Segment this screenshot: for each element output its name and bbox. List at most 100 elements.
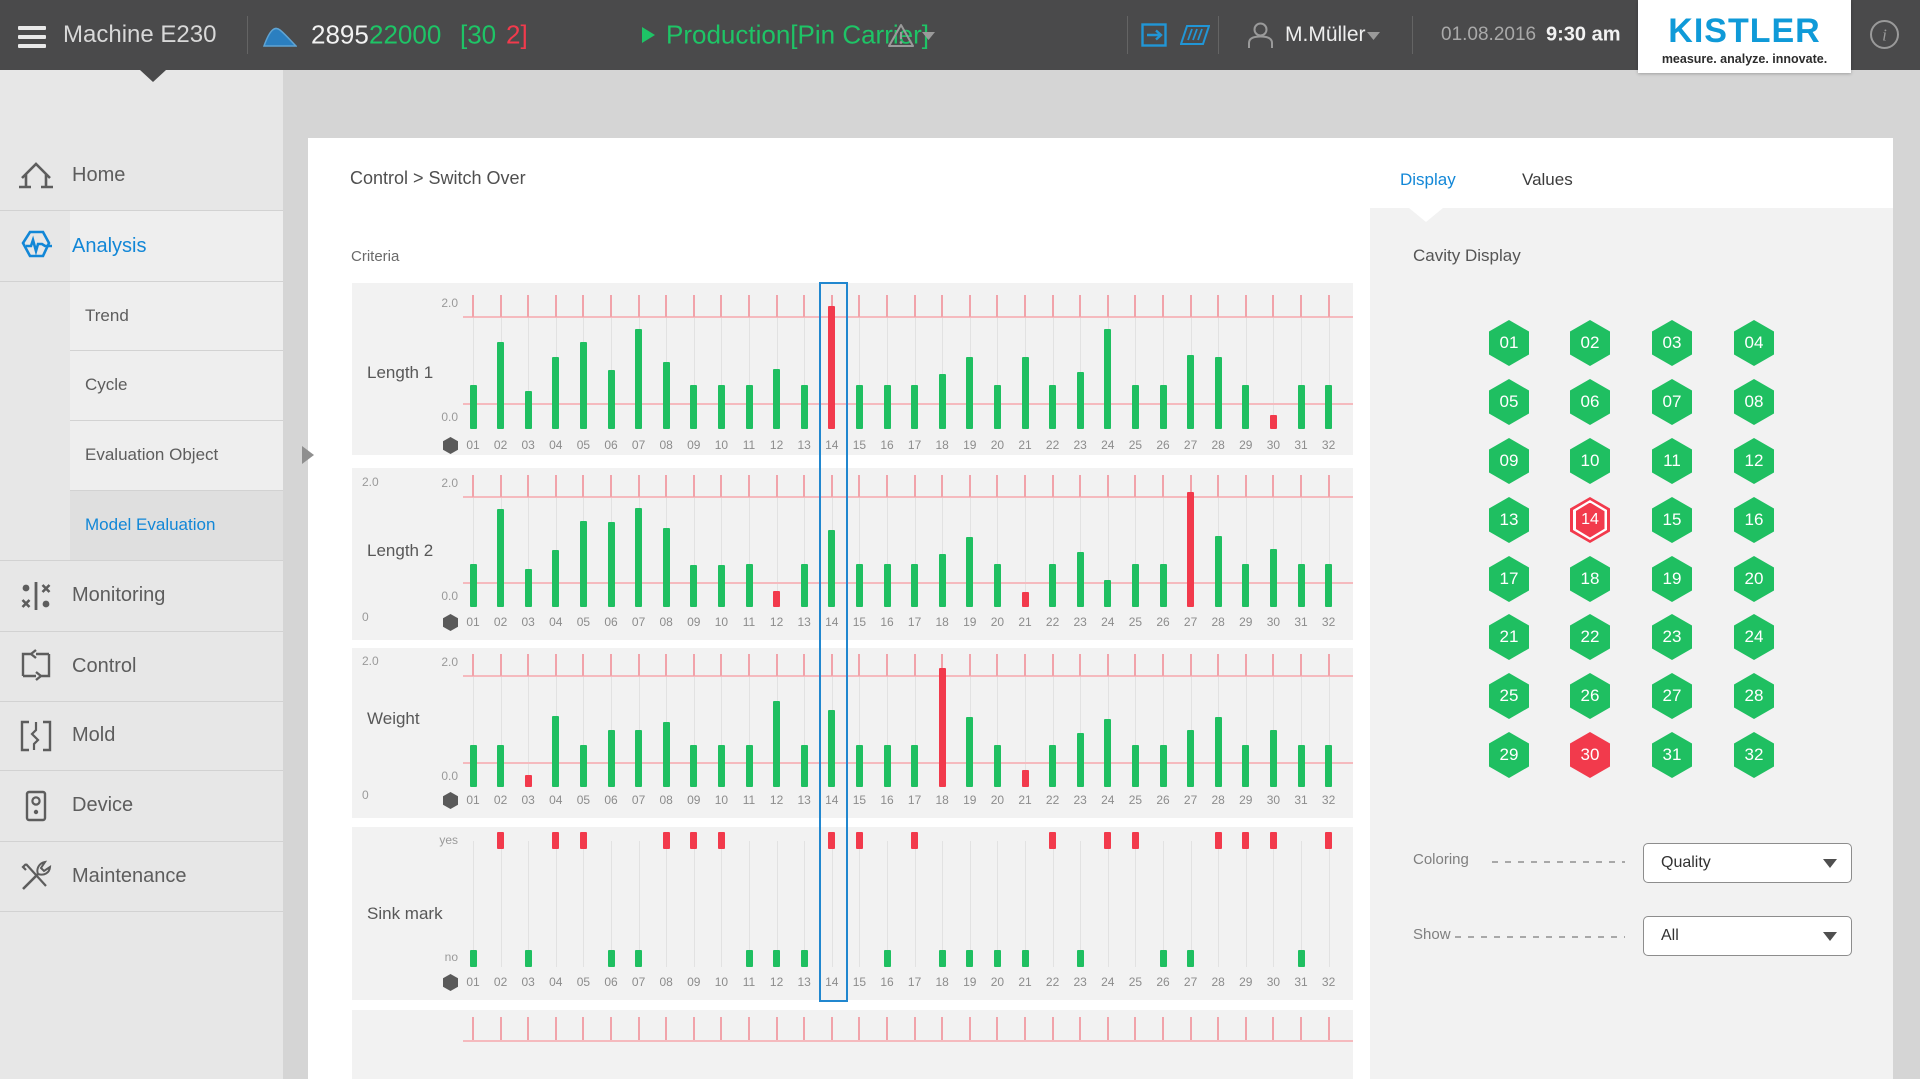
bar-cavity-20[interactable] bbox=[994, 385, 1001, 429]
sinkmark-cavity-22[interactable] bbox=[1049, 832, 1056, 849]
bar-cavity-02[interactable] bbox=[497, 509, 504, 607]
sinkmark-cavity-17[interactable] bbox=[911, 832, 918, 849]
sinkmark-cavity-20[interactable] bbox=[994, 950, 1001, 967]
bar-cavity-24[interactable] bbox=[1104, 329, 1111, 429]
bar-cavity-24[interactable] bbox=[1104, 580, 1111, 607]
sinkmark-cavity-10[interactable] bbox=[718, 832, 725, 849]
sinkmark-cavity-08[interactable] bbox=[663, 832, 670, 849]
bar-cavity-30[interactable] bbox=[1270, 730, 1277, 788]
bar-cavity-18[interactable] bbox=[939, 554, 946, 607]
bar-cavity-02[interactable] bbox=[497, 745, 504, 788]
sinkmark-cavity-30[interactable] bbox=[1270, 832, 1277, 849]
bar-cavity-05[interactable] bbox=[580, 342, 587, 429]
bar-cavity-26[interactable] bbox=[1160, 385, 1167, 429]
sidebar-item-evaluation-object[interactable]: Evaluation Object bbox=[70, 420, 283, 490]
sinkmark-cavity-11[interactable] bbox=[746, 950, 753, 967]
sinkmark-cavity-25[interactable] bbox=[1132, 832, 1139, 849]
sinkmark-cavity-06[interactable] bbox=[608, 950, 615, 967]
bar-cavity-19[interactable] bbox=[966, 537, 973, 607]
sinkmark-cavity-07[interactable] bbox=[635, 950, 642, 967]
bar-cavity-24[interactable] bbox=[1104, 719, 1111, 787]
sinkmark-cavity-24[interactable] bbox=[1104, 832, 1111, 849]
bar-cavity-22[interactable] bbox=[1049, 745, 1056, 787]
bar-cavity-16[interactable] bbox=[884, 745, 891, 788]
bar-cavity-25[interactable] bbox=[1132, 745, 1139, 787]
bar-cavity-19[interactable] bbox=[966, 717, 973, 787]
sidebar-item-device[interactable]: Device bbox=[0, 770, 283, 841]
bar-cavity-10[interactable] bbox=[718, 745, 725, 787]
sinkmark-cavity-31[interactable] bbox=[1298, 950, 1305, 967]
menu-hamburger-button[interactable] bbox=[18, 21, 46, 53]
bar-cavity-16[interactable] bbox=[884, 385, 891, 429]
sidebar-item-maintenance[interactable]: Maintenance bbox=[0, 841, 283, 911]
sinkmark-cavity-29[interactable] bbox=[1242, 832, 1249, 849]
bar-cavity-09[interactable] bbox=[690, 565, 697, 607]
sinkmark-cavity-01[interactable] bbox=[470, 950, 477, 967]
sinkmark-cavity-12[interactable] bbox=[773, 950, 780, 967]
sidebar-item-control[interactable]: Control bbox=[0, 631, 283, 701]
info-icon[interactable]: i bbox=[1869, 19, 1900, 50]
bar-cavity-01[interactable] bbox=[470, 564, 477, 607]
sinkmark-cavity-05[interactable] bbox=[580, 832, 587, 849]
bar-cavity-03[interactable] bbox=[525, 569, 532, 607]
sidebar-item-model-evaluation[interactable]: Model Evaluation bbox=[70, 490, 283, 560]
sinkmark-cavity-32[interactable] bbox=[1325, 832, 1332, 849]
bar-cavity-09[interactable] bbox=[690, 745, 697, 787]
bar-cavity-12[interactable] bbox=[773, 701, 780, 787]
bar-cavity-31[interactable] bbox=[1298, 385, 1305, 429]
bar-cavity-08[interactable] bbox=[663, 528, 670, 607]
bar-cavity-22[interactable] bbox=[1049, 385, 1056, 429]
bar-cavity-08[interactable] bbox=[663, 722, 670, 787]
sinkmark-cavity-13[interactable] bbox=[801, 950, 808, 967]
sidebar-item-monitoring[interactable]: Monitoring bbox=[0, 560, 283, 631]
sidebar-item-cycle[interactable]: Cycle bbox=[70, 350, 283, 420]
bar-cavity-28[interactable] bbox=[1215, 536, 1222, 607]
bar-cavity-13[interactable] bbox=[801, 564, 808, 607]
bar-cavity-12[interactable] bbox=[773, 591, 780, 607]
user-dropdown-caret-icon[interactable] bbox=[1366, 31, 1381, 41]
bar-cavity-23[interactable] bbox=[1077, 372, 1084, 429]
bar-cavity-11[interactable] bbox=[746, 745, 753, 788]
bar-cavity-32[interactable] bbox=[1325, 745, 1332, 787]
bar-cavity-27[interactable] bbox=[1187, 492, 1194, 607]
bar-cavity-13[interactable] bbox=[801, 745, 808, 788]
bar-cavity-18[interactable] bbox=[939, 374, 946, 429]
bar-cavity-07[interactable] bbox=[635, 508, 642, 607]
bar-cavity-21[interactable] bbox=[1022, 770, 1029, 787]
bar-cavity-28[interactable] bbox=[1215, 717, 1222, 787]
bar-cavity-09[interactable] bbox=[690, 385, 697, 429]
bar-cavity-10[interactable] bbox=[718, 385, 725, 429]
bar-cavity-29[interactable] bbox=[1242, 745, 1249, 787]
tab-values[interactable]: Values bbox=[1522, 170, 1573, 190]
bar-cavity-21[interactable] bbox=[1022, 592, 1029, 607]
bar-cavity-15[interactable] bbox=[856, 745, 863, 788]
bar-cavity-28[interactable] bbox=[1215, 357, 1222, 429]
bar-cavity-21[interactable] bbox=[1022, 357, 1029, 429]
bar-cavity-31[interactable] bbox=[1298, 745, 1305, 787]
bar-cavity-18[interactable] bbox=[939, 668, 946, 787]
sinkmark-cavity-23[interactable] bbox=[1077, 950, 1084, 967]
bar-cavity-11[interactable] bbox=[746, 385, 753, 429]
bar-cavity-30[interactable] bbox=[1270, 549, 1277, 607]
sinkmark-cavity-26[interactable] bbox=[1160, 950, 1167, 967]
bar-cavity-29[interactable] bbox=[1242, 564, 1249, 607]
bar-cavity-13[interactable] bbox=[801, 385, 808, 429]
sinkmark-cavity-21[interactable] bbox=[1022, 950, 1029, 967]
sidebar-item-trend[interactable]: Trend bbox=[70, 281, 283, 350]
sinkmark-cavity-19[interactable] bbox=[966, 950, 973, 967]
bar-cavity-15[interactable] bbox=[856, 385, 863, 429]
bar-cavity-06[interactable] bbox=[608, 730, 615, 787]
tab-display[interactable]: Display bbox=[1400, 170, 1456, 190]
bar-cavity-20[interactable] bbox=[994, 564, 1001, 607]
bar-cavity-26[interactable] bbox=[1160, 564, 1167, 607]
bar-cavity-20[interactable] bbox=[994, 745, 1001, 787]
bar-cavity-15[interactable] bbox=[856, 564, 863, 607]
bar-cavity-30[interactable] bbox=[1270, 415, 1277, 429]
bar-cavity-16[interactable] bbox=[884, 564, 891, 607]
sidebar-item-home[interactable]: Home bbox=[0, 140, 283, 211]
bar-cavity-23[interactable] bbox=[1077, 733, 1084, 787]
mold-layers-icon[interactable] bbox=[1180, 24, 1210, 46]
bar-cavity-17[interactable] bbox=[911, 745, 918, 788]
bar-cavity-26[interactable] bbox=[1160, 745, 1167, 787]
bar-cavity-05[interactable] bbox=[580, 521, 587, 607]
